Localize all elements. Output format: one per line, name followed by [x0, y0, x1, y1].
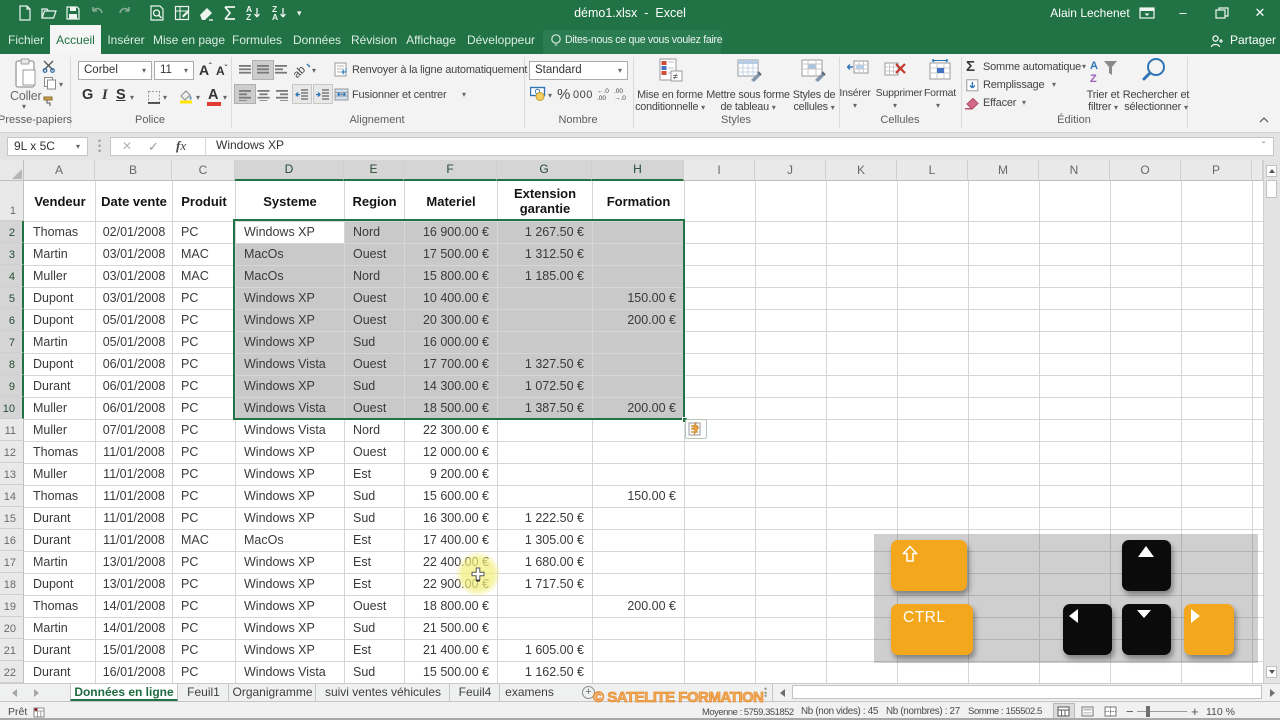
svg-text:.00: .00: [597, 95, 606, 101]
svg-text:Z: Z: [246, 12, 251, 22]
svg-text:←.0: ←.0: [597, 88, 609, 95]
svg-text:≠: ≠: [673, 72, 678, 82]
svg-text:.00: .00: [614, 88, 623, 95]
svg-text:A: A: [1090, 60, 1098, 72]
svg-text:ab: ab: [294, 64, 308, 78]
svg-text:→.0: →.0: [614, 95, 626, 101]
svg-text:A: A: [272, 12, 278, 22]
svg-text:Z: Z: [1090, 73, 1097, 84]
